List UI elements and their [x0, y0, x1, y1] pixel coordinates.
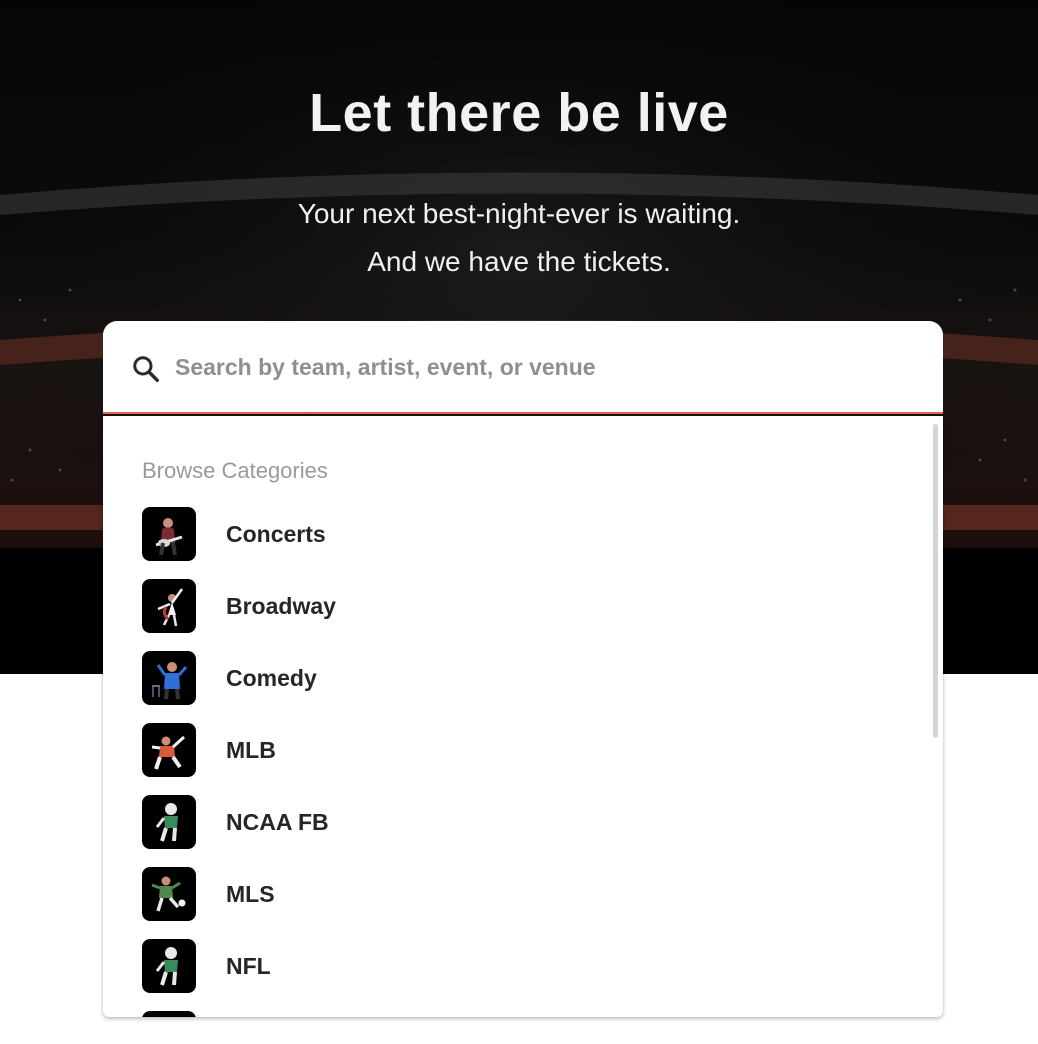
- category-item-mls[interactable]: MLS: [142, 867, 922, 939]
- hero-subtitle-line1: Your next best-night-ever is waiting.: [297, 198, 741, 229]
- football-player-icon: [142, 939, 196, 993]
- category-label: Broadway: [226, 593, 336, 619]
- baseball-player-icon: [142, 723, 196, 777]
- browse-categories-heading: Browse Categories: [142, 458, 328, 483]
- category-item-comedy[interactable]: Comedy: [142, 651, 922, 723]
- category-label: NFL: [226, 953, 271, 979]
- category-label: Concerts: [226, 521, 326, 547]
- football-player-icon: [142, 795, 196, 849]
- category-item-nfl[interactable]: NFL: [142, 939, 922, 1011]
- category-item-broadway[interactable]: Broadway: [142, 579, 922, 651]
- category-list: Concerts Broadway Comedy MLB NCAA FB MLS…: [142, 507, 922, 1017]
- category-item-mlb[interactable]: MLB: [142, 723, 922, 795]
- search-bar[interactable]: [103, 321, 943, 414]
- hero-title: Let there be live: [309, 83, 729, 143]
- search-suggestions-dropdown: Browse Categories Concerts Broadway Come…: [103, 416, 943, 1017]
- category-label: MLS: [226, 881, 275, 907]
- hero-subtitle: Your next best-night-ever is waiting. An…: [0, 190, 1038, 286]
- hero-subtitle-line2: And we have the tickets.: [367, 246, 671, 277]
- dropdown-scrollbar[interactable]: [933, 424, 938, 738]
- search-input[interactable]: [175, 345, 915, 389]
- category-thumbnail: [142, 1011, 196, 1017]
- category-item-ncaa-fb[interactable]: NCAA FB: [142, 795, 922, 867]
- dancer-icon: [142, 579, 196, 633]
- comedian-icon: [142, 651, 196, 705]
- search-icon: [131, 354, 161, 384]
- category-label: MLB: [226, 737, 276, 763]
- soccer-player-icon: [142, 867, 196, 921]
- category-item-concerts[interactable]: Concerts: [142, 507, 922, 579]
- category-label: Comedy: [226, 665, 317, 691]
- category-item-partial[interactable]: [142, 1011, 922, 1017]
- category-label: NCAA FB: [226, 809, 329, 835]
- guitarist-icon: [142, 507, 196, 561]
